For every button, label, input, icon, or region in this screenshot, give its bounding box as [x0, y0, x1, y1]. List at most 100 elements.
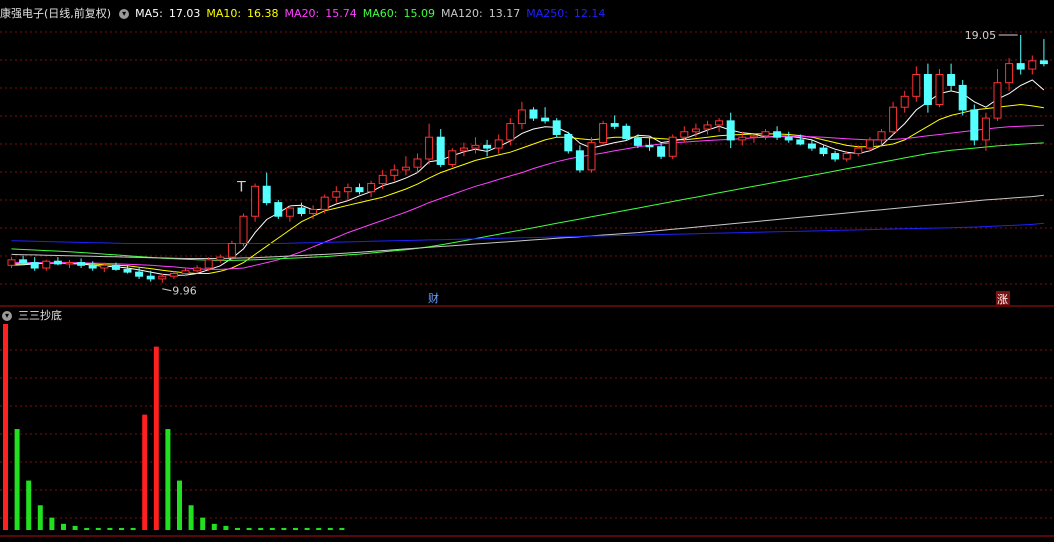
candle-body [239, 215, 248, 244]
candle-body [494, 139, 503, 149]
candle [100, 262, 109, 273]
candle [459, 142, 468, 157]
candle [622, 123, 631, 140]
candle-body [517, 109, 526, 125]
sub-bar [188, 505, 194, 530]
candle [367, 180, 376, 198]
sub-bar [269, 527, 275, 530]
candle-body [88, 264, 97, 269]
candle [53, 257, 62, 266]
candle [390, 164, 399, 181]
sub-bar [177, 480, 182, 530]
ma-legend-value: 15.09 [403, 7, 435, 20]
candle-body [761, 131, 770, 137]
candle-body [587, 142, 596, 171]
ma-legend: MA5: 17.03 MA10: 16.38 MA20: 15.74 MA60: 15.09 M… [135, 7, 611, 20]
main-panel-header: 康强电子(日线,前复权) ▾ MA5: 17.03 MA10: 16.38 MA20: 15.… [0, 6, 617, 22]
candle [726, 112, 735, 149]
candle-body [53, 260, 62, 265]
candle [599, 120, 608, 146]
candle [610, 115, 619, 130]
ma-line-ma20 [11, 124, 1044, 270]
candle-body [158, 275, 167, 280]
sub-bar [72, 525, 78, 530]
candle-body [691, 128, 700, 133]
candle-body [297, 207, 306, 215]
candle-body [529, 109, 538, 119]
candle-body [831, 153, 840, 160]
candle-body [564, 133, 573, 152]
candle [297, 202, 306, 217]
candle [749, 134, 758, 143]
candle [703, 120, 712, 135]
sub-bars-layer [3, 324, 345, 530]
candle [483, 139, 492, 157]
candle-body [1028, 60, 1037, 70]
sub-bar [281, 527, 287, 530]
expand-toggle-icon[interactable]: ▾ [119, 9, 130, 19]
high-price-label: 19.05 [965, 29, 997, 42]
candle-body [633, 138, 642, 146]
sub-bar [37, 505, 43, 530]
candle [935, 69, 944, 108]
candle-body [169, 272, 178, 277]
candle-body [1005, 63, 1014, 84]
candle-body [425, 136, 434, 160]
sub-bar [316, 527, 322, 530]
chart-canvas: 19.05 9.96 T 财 涨 [0, 29, 1054, 537]
ma-line-ma5 [11, 79, 1045, 276]
candle-body [738, 136, 747, 141]
sub-title: 三三抄底 [18, 309, 62, 322]
candle [981, 112, 990, 151]
candle-body [703, 124, 712, 130]
candle [343, 183, 352, 200]
main-title: 康强电子(日线,前复权) [0, 7, 112, 20]
candle-body [471, 144, 480, 149]
sub-bar [327, 527, 333, 530]
candle [227, 240, 236, 260]
candle [715, 118, 724, 132]
candle [332, 186, 341, 203]
candle-body [436, 136, 445, 165]
candle-body [552, 120, 561, 135]
candle-body [343, 187, 352, 193]
candle-body [367, 183, 376, 193]
sub-bar [107, 527, 113, 530]
candle-body [181, 270, 190, 274]
candle-body [599, 123, 608, 144]
sub-bar [84, 527, 90, 530]
candle-body [1039, 60, 1048, 65]
sub-bar [49, 517, 55, 530]
ma-lines-layer [11, 79, 1045, 276]
candle-body [877, 131, 886, 141]
sub-bar [61, 523, 66, 530]
candle-body [320, 196, 329, 210]
candle [448, 148, 457, 168]
sub-bar [304, 527, 310, 530]
candle [251, 183, 260, 222]
candle-body [807, 143, 816, 149]
candle-body [819, 147, 828, 155]
candle-body [378, 174, 387, 185]
candle [285, 205, 294, 222]
sub-bar [142, 414, 148, 530]
candle-body [668, 136, 677, 157]
marker-zhang: 涨 [997, 293, 1008, 306]
candle-body [413, 158, 422, 168]
candle-body [622, 125, 631, 140]
candle [923, 63, 932, 113]
candle [65, 259, 74, 269]
candle [900, 90, 909, 113]
sub-bar [200, 517, 206, 530]
candle-body [483, 144, 492, 149]
candle [970, 104, 979, 146]
marker-cai: 财 [428, 291, 439, 305]
candle [657, 142, 666, 159]
sub-bar [223, 525, 229, 530]
candle [30, 257, 39, 271]
candle-body [796, 139, 805, 145]
sub-toggle-icon[interactable]: ▾ [2, 311, 12, 321]
candle [529, 107, 538, 121]
candle-body [773, 131, 782, 138]
candle [668, 134, 677, 159]
